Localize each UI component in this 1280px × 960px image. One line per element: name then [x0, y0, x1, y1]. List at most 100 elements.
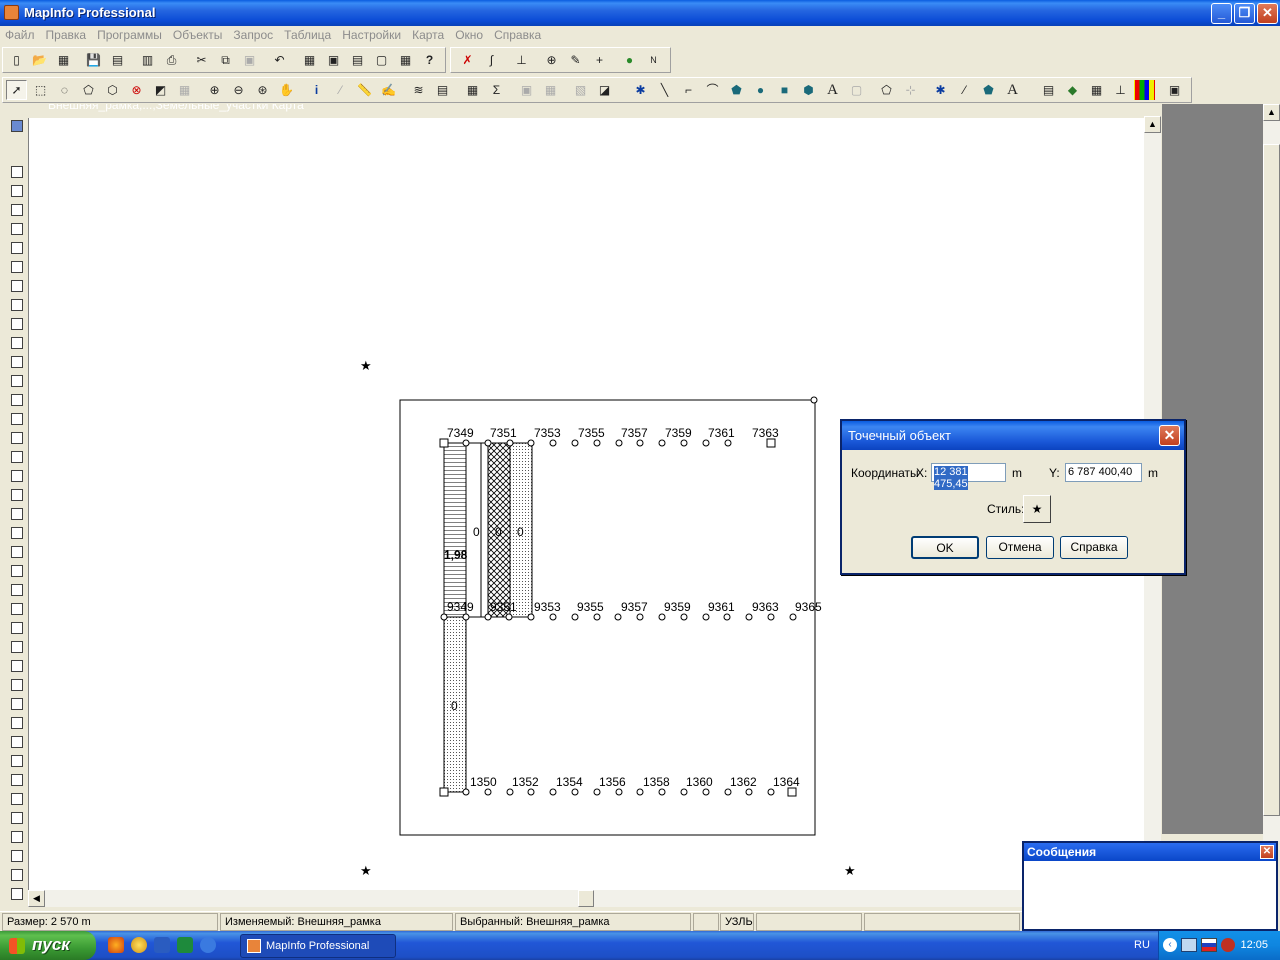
node-point[interactable] [680, 439, 688, 447]
node-point[interactable] [745, 613, 753, 621]
graph-select-icon[interactable]: ▦ [174, 80, 195, 100]
parcel-hatched[interactable] [443, 442, 467, 618]
node-point[interactable] [593, 613, 601, 621]
north-arrow-icon[interactable]: N [643, 50, 664, 70]
polygon-select-icon[interactable]: ⬠ [78, 80, 99, 100]
scroll-thumb[interactable] [1263, 144, 1280, 816]
copy-icon[interactable]: ⧉ [215, 50, 236, 70]
sum-icon[interactable]: Σ [486, 80, 507, 100]
layer-checkbox[interactable] [11, 166, 23, 178]
layer-checkbox[interactable] [11, 660, 23, 672]
node-point[interactable] [549, 613, 557, 621]
node-point[interactable] [767, 613, 775, 621]
ruler-icon[interactable]: 📏 [354, 80, 375, 100]
layer-checkbox[interactable] [11, 223, 23, 235]
scale-bar-icon[interactable]: ⊥ [1110, 80, 1131, 100]
ruler-icon[interactable]: ⊥ [511, 50, 532, 70]
layer-checkbox[interactable] [11, 641, 23, 653]
layer-checkbox[interactable] [11, 774, 23, 786]
scroll-up-icon[interactable]: ▲ [1263, 104, 1280, 121]
x-coordinate-input[interactable]: 12 381 475,45 [931, 463, 1006, 490]
layer-checkbox[interactable] [11, 242, 23, 254]
maximize-button[interactable]: ❐ [1234, 3, 1255, 24]
node-point[interactable] [484, 788, 492, 796]
map-window-icon[interactable]: ▣ [323, 50, 344, 70]
menu-programs[interactable]: Программы [92, 26, 168, 42]
open-workspace-icon[interactable]: ▦ [53, 50, 74, 70]
drag-window-icon[interactable]: ▣ [516, 80, 537, 100]
zoom-out-icon[interactable]: ⊖ [228, 80, 249, 100]
text-icon[interactable]: A [822, 80, 843, 100]
node-point[interactable] [593, 439, 601, 447]
layer-checkbox[interactable] [11, 812, 23, 824]
node-point[interactable] [614, 613, 622, 621]
node-point[interactable] [636, 788, 644, 796]
node-point[interactable] [462, 613, 470, 621]
print-icon[interactable]: ⎙ [161, 50, 182, 70]
layer-checkbox[interactable] [11, 850, 23, 862]
polyline-icon[interactable]: ⌐ [678, 80, 699, 100]
layer-checkbox[interactable] [11, 527, 23, 539]
hotlink-icon[interactable]: ⁄ [330, 80, 351, 100]
symbol-style-icon[interactable]: ✱ [930, 80, 951, 100]
layer-checkbox[interactable] [11, 698, 23, 710]
layer-checkbox[interactable] [11, 356, 23, 368]
node-point[interactable] [527, 788, 535, 796]
node-point[interactable] [702, 788, 710, 796]
text-style-icon[interactable]: A [1002, 80, 1023, 100]
legend-creator-icon[interactable]: ▦ [1086, 80, 1107, 100]
layer-checkbox[interactable] [11, 394, 23, 406]
menu-objects[interactable]: Объекты [168, 26, 229, 42]
layer-checkbox[interactable] [11, 299, 23, 311]
app-vertical-scrollbar[interactable]: ▲ [1263, 104, 1280, 841]
style-button[interactable]: ★ [1023, 495, 1051, 523]
zoom-in-icon[interactable]: ⊕ [204, 80, 225, 100]
node-point[interactable] [615, 439, 623, 447]
network-icon[interactable] [1181, 938, 1197, 952]
clip-region-icon[interactable]: ▦ [540, 80, 561, 100]
map-horizontal-scrollbar[interactable]: ◀ [28, 890, 1144, 907]
y-coordinate-input[interactable]: 6 787 400,40 [1065, 463, 1142, 482]
layer-checkbox[interactable] [11, 888, 23, 900]
node-point[interactable] [549, 439, 557, 447]
region-style-icon[interactable]: ⬟ [978, 80, 999, 100]
add-node-icon[interactable]: ⊹ [900, 80, 921, 100]
node-point[interactable] [571, 613, 579, 621]
layer-control-icon[interactable]: ≋ [408, 80, 429, 100]
aimp-icon[interactable] [131, 937, 147, 953]
node-point[interactable] [593, 788, 601, 796]
layout-icon[interactable]: ▢ [371, 50, 392, 70]
add-point-icon[interactable]: + [589, 50, 610, 70]
node-point[interactable] [636, 613, 644, 621]
node-point[interactable] [615, 788, 623, 796]
route-icon[interactable]: ∫ [481, 50, 502, 70]
node-point[interactable] [745, 788, 753, 796]
layer-checkbox[interactable] [11, 831, 23, 843]
node-point[interactable] [767, 788, 775, 796]
layer-checkbox[interactable] [11, 546, 23, 558]
node-point[interactable] [702, 613, 710, 621]
taskbar-mapinfo-item[interactable]: MapInfo Professional [240, 934, 396, 958]
layer-checkbox[interactable] [11, 470, 23, 482]
layer-checkbox[interactable] [11, 679, 23, 691]
radius-select-icon[interactable]: ◌ [54, 80, 75, 100]
layer-checkbox[interactable] [11, 717, 23, 729]
grabber-icon[interactable]: ✋ [276, 80, 297, 100]
layer-checkbox[interactable] [11, 736, 23, 748]
window-icon[interactable]: ▣ [1164, 80, 1185, 100]
layer-checkbox[interactable] [11, 755, 23, 767]
firefox-icon[interactable] [108, 937, 124, 953]
status-selected-layer[interactable]: Выбранный: Внешняя_рамка [455, 913, 691, 931]
language-indicator[interactable]: RU [1134, 939, 1150, 951]
node-point[interactable] [636, 439, 644, 447]
rounded-rect-icon[interactable]: ⬢ [798, 80, 819, 100]
new-icon[interactable]: ▯ [6, 50, 27, 70]
layer-checkbox[interactable] [11, 584, 23, 596]
layer-checkbox[interactable] [11, 489, 23, 501]
node-point[interactable] [484, 439, 492, 447]
minimize-button[interactable]: _ [1211, 3, 1232, 24]
node-point[interactable] [723, 613, 731, 621]
node-point[interactable] [571, 439, 579, 447]
reshape-nodes-icon[interactable]: ⬠ [876, 80, 897, 100]
start-button[interactable]: пуск [0, 931, 96, 960]
